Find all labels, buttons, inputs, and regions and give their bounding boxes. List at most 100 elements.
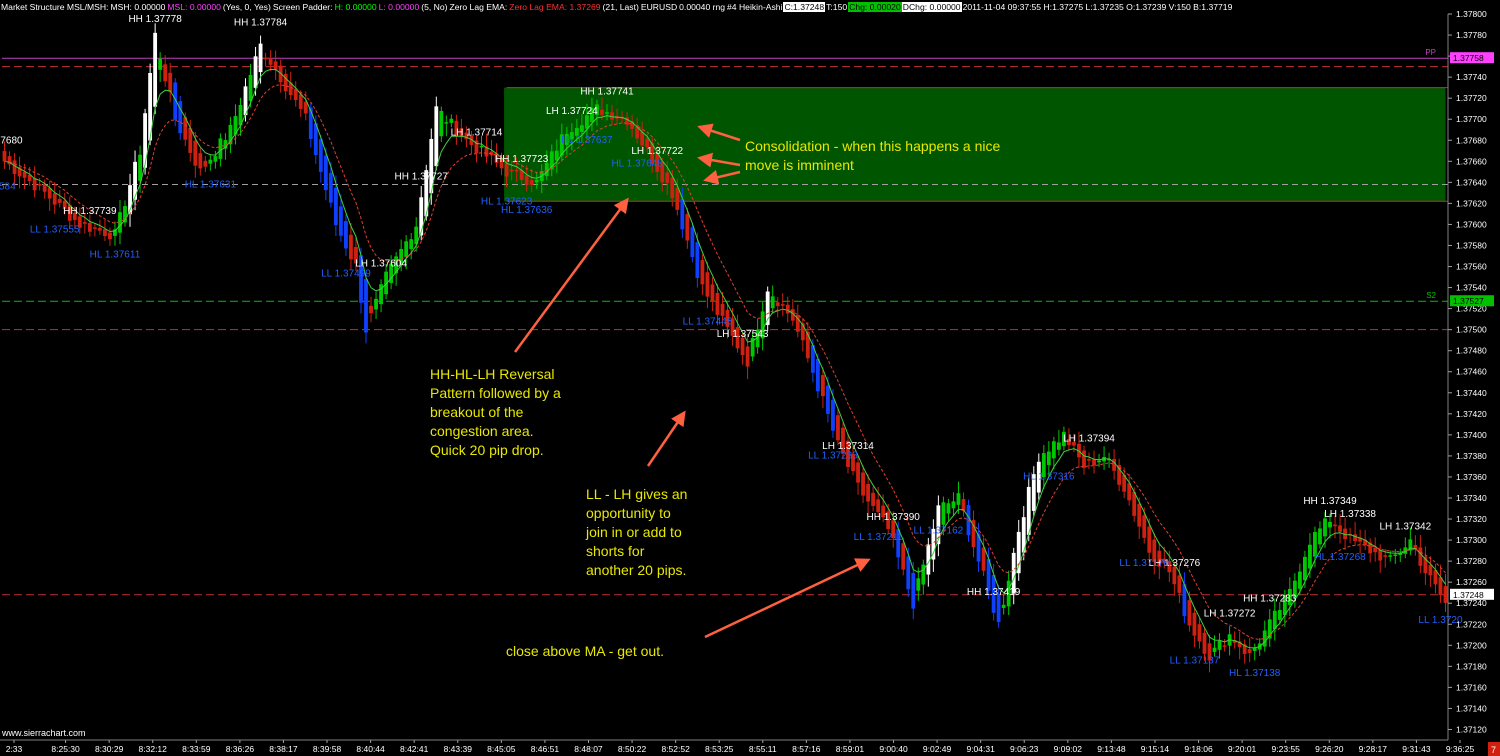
header-item: 0.00040 rng <box>679 2 726 12</box>
candle-body <box>710 284 715 302</box>
candle-body <box>1137 503 1142 527</box>
swing-label: LH 1.37394 <box>1063 434 1115 445</box>
reversal-line: breakout of the <box>430 404 524 420</box>
candle-body <box>946 503 951 514</box>
candle-body <box>585 115 589 129</box>
candle-body <box>700 260 705 285</box>
candle-body <box>92 227 97 229</box>
header-item: (Yes, 0, Yes) <box>222 2 271 12</box>
header-item: L: 0.00000 <box>378 2 420 12</box>
header-item: Market Structure MSL/MSH: <box>1 2 109 12</box>
candle-body <box>1318 528 1322 545</box>
candle-body <box>103 229 107 237</box>
swing-label: HL 1.37631 <box>185 180 237 191</box>
header-item: H: 0.00000 <box>334 2 377 12</box>
candle-body <box>1378 550 1383 561</box>
candle-body <box>1302 556 1307 581</box>
price-tick-label: 1.37360 <box>1456 472 1487 482</box>
price-badge-label: 1.37248 <box>1453 590 1484 600</box>
site-watermark: www.sierrachart.com <box>2 728 86 738</box>
swing-label: LL 1.37176 <box>1119 558 1169 569</box>
candle-body <box>509 169 514 172</box>
candle-body <box>1197 624 1202 642</box>
candle-body <box>524 175 529 185</box>
time-tick-label: 9:09:02 <box>1054 744 1083 754</box>
price-tick-label: 1.37340 <box>1456 493 1487 503</box>
candle-body <box>906 556 911 590</box>
candle-body <box>1277 609 1282 620</box>
swing-label: HH 1.37784 <box>234 18 288 29</box>
time-tick-label: 8:38:17 <box>269 744 298 754</box>
candle-body <box>328 172 333 203</box>
price-badge-label: 1.37758 <box>1453 53 1484 63</box>
price-tick-label: 1.37160 <box>1456 682 1487 692</box>
candle-body <box>514 169 519 172</box>
swing-label: HL 1.37636 <box>501 205 553 216</box>
candle-body <box>504 163 509 177</box>
candle-body <box>610 112 614 120</box>
candle-body <box>323 155 328 191</box>
time-tick-label: 9:15:14 <box>1141 744 1170 754</box>
candle-body <box>836 415 840 441</box>
price-tick-label: 1.37740 <box>1456 72 1487 82</box>
candle-body <box>153 32 158 107</box>
candle-body <box>374 298 378 310</box>
candle-body <box>338 206 343 236</box>
candle-body <box>298 94 303 109</box>
level-name: S2 <box>1426 291 1436 300</box>
candle-body <box>665 172 670 183</box>
candle-body <box>108 232 112 240</box>
candle-body <box>871 492 876 506</box>
swing-label: LH 1.37338 <box>1324 509 1376 520</box>
time-tick-label: 8:33:59 <box>182 744 211 754</box>
candle-body <box>1001 604 1006 608</box>
candle-body <box>1202 632 1207 654</box>
candle-body <box>901 543 906 570</box>
candle-body <box>1142 515 1147 538</box>
swing-label: HH 1.37727 <box>395 171 449 182</box>
swing-label: HH 1.37419 <box>967 587 1021 598</box>
candle-body <box>1393 554 1398 556</box>
candle-body <box>349 234 353 260</box>
swing-label: HH 1.37283 <box>1243 593 1297 604</box>
header-item: #4 Heikin-Ashi <box>727 2 783 12</box>
candle-body <box>605 112 609 114</box>
candle-body <box>218 138 223 159</box>
candle-body <box>168 72 173 93</box>
candle-body <box>1328 521 1332 528</box>
time-axis[interactable]: 2:33 8:25:30 8:30:29 8:32:12 8:33:59 8:36:26 8… <box>0 739 1474 754</box>
price-tick-label: 1.37300 <box>1456 535 1487 545</box>
time-tick-label: 9:23:55 <box>1272 744 1301 754</box>
candle-body <box>529 179 534 185</box>
candle-body <box>685 214 690 241</box>
candle-body <box>1418 547 1423 566</box>
time-tick-label: 8:55:11 <box>749 744 777 754</box>
price-axis[interactable]: 1.378001.377801.377601.377401.377201.377… <box>1447 9 1500 756</box>
price-chart[interactable]: PP S2 HH 1.37778 HH 1.37784 HH 1.37739 1.376… <box>0 0 1500 756</box>
swing-label: LL 1.37233 <box>808 451 858 462</box>
consolidation-note: Consolidation - when this happens a nice… <box>745 138 1001 173</box>
swing-label: HH 1.37349 <box>1303 496 1357 507</box>
candle-body <box>1438 577 1443 595</box>
swing-label: LL 1.37499 <box>321 268 371 279</box>
candle-body <box>876 499 881 512</box>
candle-body <box>253 56 258 88</box>
time-tick-label: 8:25:30 <box>51 744 80 754</box>
candle-body <box>856 462 860 483</box>
candle-body <box>434 106 439 167</box>
time-tick-label: 8:43:39 <box>444 744 473 754</box>
candle-body <box>996 593 1001 623</box>
price-tick-label: 1.37680 <box>1456 135 1487 145</box>
ll-lh-line: shorts for <box>586 543 645 559</box>
time-tick-label: 9:20:01 <box>1228 744 1257 754</box>
candle-body <box>740 337 745 356</box>
candle-body <box>1046 451 1051 466</box>
candle-body <box>1333 524 1337 527</box>
time-tick-label: 9:31:43 <box>1402 744 1431 754</box>
annotation-arrow <box>704 558 871 639</box>
candle-body <box>203 160 208 167</box>
candle-body <box>534 179 539 183</box>
price-tick-label: 1.37120 <box>1456 724 1487 734</box>
candle-body <box>268 57 273 65</box>
candle-body <box>158 58 163 70</box>
